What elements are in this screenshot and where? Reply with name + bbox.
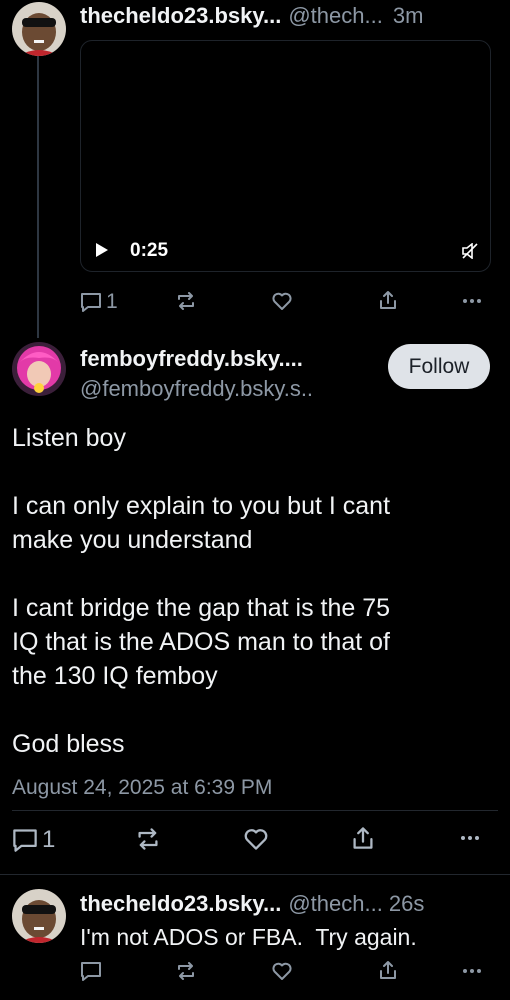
- divider: [12, 810, 498, 811]
- like-button[interactable]: [244, 828, 268, 850]
- post-time[interactable]: 3m: [393, 3, 424, 29]
- post-timestamp[interactable]: August 24, 2025 at 6:39 PM: [12, 776, 272, 800]
- follow-label: Follow: [408, 354, 470, 378]
- share-button[interactable]: [379, 960, 397, 980]
- avatar[interactable]: [12, 2, 66, 56]
- body-line: IQ that is the ADOS man to that of: [12, 628, 390, 656]
- like-button[interactable]: [272, 292, 292, 310]
- heart-icon: [244, 829, 268, 850]
- reply-button[interactable]: 1: [80, 290, 118, 314]
- post-body: I'm not ADOS or FBA. Try again.: [80, 924, 417, 950]
- body-line: I cant bridge the gap that is the 75: [12, 594, 391, 622]
- avatar[interactable]: [12, 342, 66, 396]
- repost-button[interactable]: [136, 828, 160, 850]
- handle[interactable]: @thech...: [288, 891, 383, 917]
- reply-icon: [81, 962, 101, 981]
- share-icon: [380, 961, 396, 979]
- video-time: 0:25: [130, 240, 169, 261]
- post-header: thecheldo23.bsky... @thech... 26s: [80, 891, 500, 919]
- follow-button[interactable]: Follow: [388, 344, 490, 389]
- reply-count: 1: [42, 826, 56, 853]
- repost-icon: [178, 292, 194, 310]
- post-time[interactable]: 26s: [389, 891, 424, 917]
- repost-button[interactable]: [176, 292, 196, 310]
- handle[interactable]: @thech...: [288, 3, 383, 29]
- body-line: [12, 455, 502, 489]
- body-line: [12, 557, 502, 591]
- reply-icon: [13, 829, 37, 852]
- body-line: the 130 IQ femboy: [12, 662, 218, 690]
- repost-icon: [138, 828, 158, 850]
- like-button[interactable]: [272, 962, 292, 980]
- repost-button[interactable]: [176, 962, 196, 980]
- reply-button[interactable]: 1: [12, 826, 55, 854]
- heart-icon: [272, 292, 292, 310]
- play-icon[interactable]: [95, 242, 109, 263]
- share-button[interactable]: [352, 826, 374, 850]
- more-icon: [463, 969, 481, 973]
- body-line: God bless: [12, 730, 125, 758]
- display-name[interactable]: thecheldo23.bsky...: [80, 3, 281, 29]
- post-header: thecheldo23.bsky... @thech... 3m: [80, 3, 495, 31]
- more-button[interactable]: [462, 968, 482, 974]
- share-icon: [353, 827, 373, 849]
- share-button[interactable]: [379, 290, 397, 310]
- body-line: [12, 693, 502, 727]
- reply-count: 1: [106, 290, 118, 313]
- divider: [0, 874, 510, 875]
- body-line: Listen boy: [12, 424, 126, 452]
- more-icon: [461, 836, 479, 840]
- video-player[interactable]: 0:25: [80, 40, 491, 272]
- reply-button[interactable]: [80, 961, 102, 981]
- share-icon: [380, 291, 396, 309]
- handle[interactable]: @femboyfreddy.bsky.s..: [80, 376, 380, 402]
- mute-icon[interactable]: [461, 242, 479, 264]
- body-line: I can only explain to you but I cant: [12, 492, 391, 520]
- display-name[interactable]: femboyfreddy.bsky....: [80, 346, 380, 372]
- post-author: femboyfreddy.bsky.... @femboyfreddy.bsky…: [80, 346, 380, 402]
- heart-icon: [272, 962, 292, 980]
- reply-icon: [81, 293, 101, 312]
- post-body: Listen boy I can only explain to you but…: [12, 421, 502, 761]
- more-button[interactable]: [462, 298, 482, 304]
- thread-line: [37, 54, 39, 338]
- more-icon: [463, 299, 481, 303]
- repost-icon: [178, 962, 194, 980]
- body-line: make you understand: [12, 526, 253, 554]
- more-button[interactable]: [458, 835, 482, 841]
- avatar[interactable]: [12, 889, 66, 943]
- display-name[interactable]: thecheldo23.bsky...: [80, 891, 281, 917]
